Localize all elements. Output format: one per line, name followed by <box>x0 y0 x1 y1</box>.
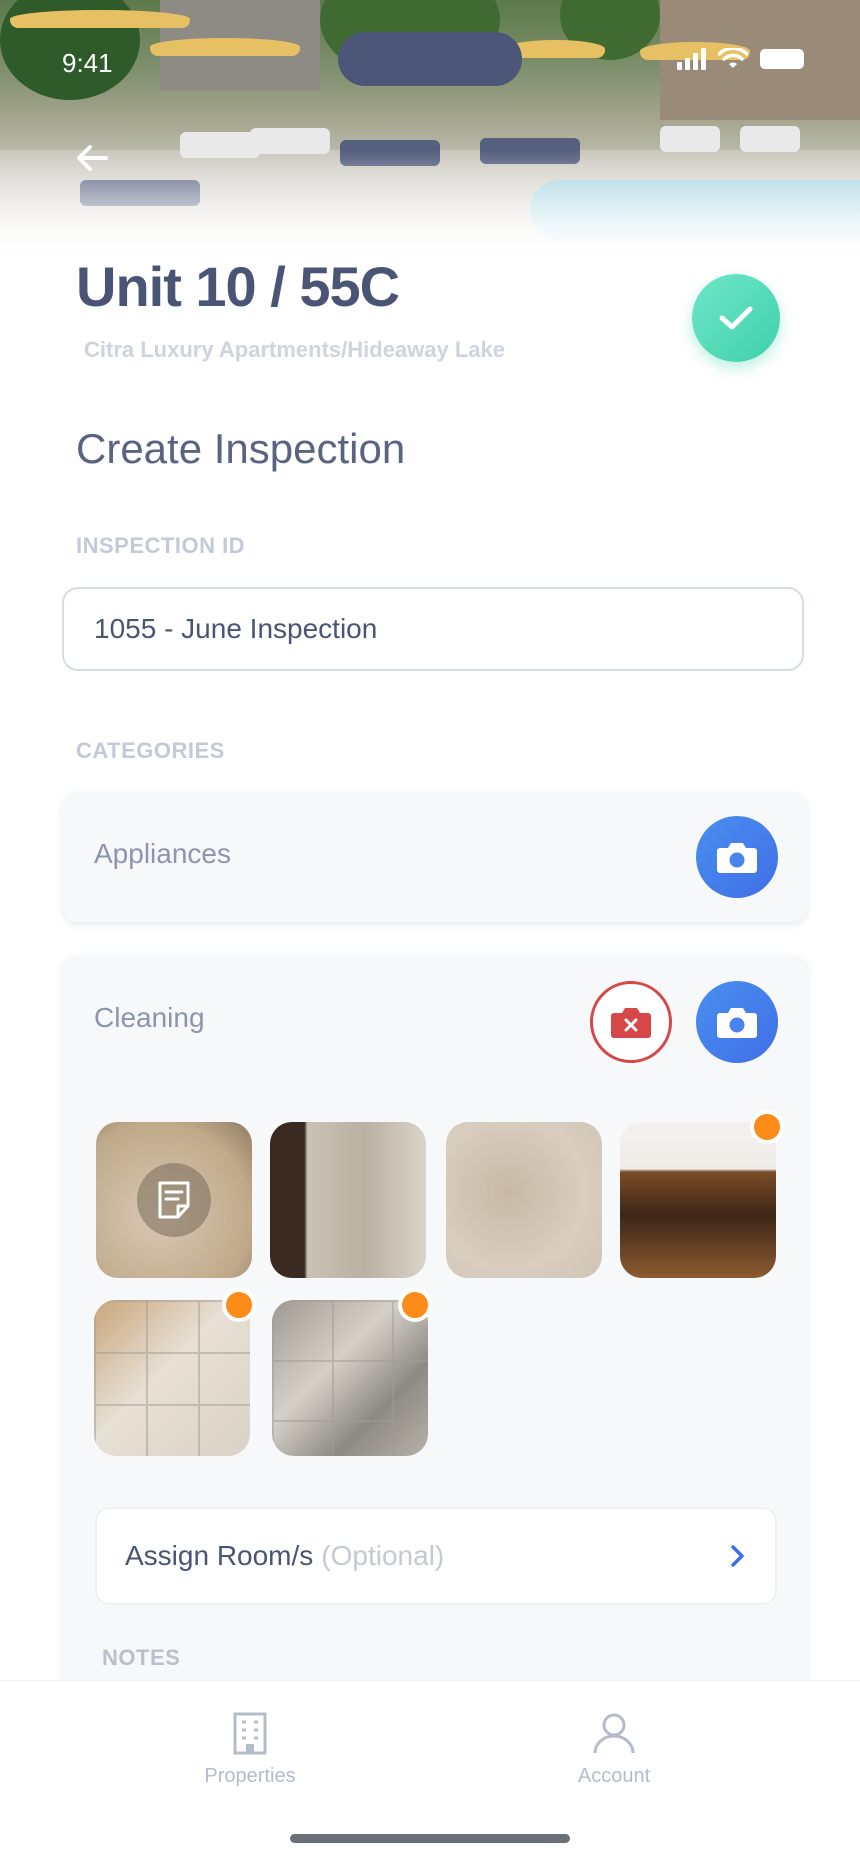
category-name: Appliances <box>94 838 231 869</box>
camera-icon <box>717 843 757 873</box>
delete-photos-button[interactable] <box>590 981 672 1063</box>
category-card-appliances[interactable]: Appliances <box>62 792 808 922</box>
user-icon <box>593 1713 635 1754</box>
checkmark-icon <box>719 306 753 330</box>
add-photo-button[interactable] <box>696 816 778 898</box>
inspection-photo[interactable] <box>272 1300 428 1456</box>
note-badge <box>137 1163 211 1237</box>
categories-label: CATEGORIES <box>76 738 225 763</box>
status-icons <box>677 48 804 70</box>
flag-indicator <box>222 1288 256 1322</box>
inspection-photo[interactable] <box>446 1122 602 1278</box>
dynamic-island <box>338 32 522 86</box>
page-title: Create Inspection <box>76 425 406 472</box>
flag-indicator <box>398 1288 432 1322</box>
camera-icon <box>717 1008 757 1038</box>
arrow-left-icon <box>77 145 108 171</box>
complete-inspection-button[interactable] <box>692 274 780 362</box>
assign-rooms-label: Assign Room/s <box>125 1540 314 1571</box>
hero-umbrella <box>10 10 190 28</box>
tab-label: Properties <box>204 1765 296 1787</box>
home-indicator <box>290 1834 570 1843</box>
tab-account[interactable]: Account <box>514 1711 714 1788</box>
inspection-photo[interactable] <box>96 1122 252 1278</box>
flag-indicator <box>750 1110 784 1144</box>
hero-fade <box>0 150 860 270</box>
tab-properties[interactable]: Properties <box>150 1711 350 1788</box>
inspection-id-label: INSPECTION ID <box>76 533 246 558</box>
building-icon <box>233 1712 267 1755</box>
hero-chair <box>740 126 800 152</box>
inspection-id-value: 1055 - June Inspection <box>94 613 378 644</box>
camera-delete-icon <box>611 1008 651 1038</box>
hero-umbrella <box>150 38 300 56</box>
inspection-id-input[interactable]: 1055 - June Inspection <box>62 587 804 671</box>
chevron-right-icon <box>731 1545 744 1567</box>
inspection-photo[interactable] <box>270 1122 426 1278</box>
battery-icon <box>760 49 804 69</box>
inspection-photo[interactable] <box>620 1122 776 1278</box>
unit-title: Unit 10 / 55C <box>76 255 400 318</box>
status-time: 9:41 <box>62 48 113 78</box>
note-icon <box>158 1181 190 1219</box>
assign-rooms-row[interactable]: Assign Room/s (Optional) <box>95 1507 777 1605</box>
category-name: Cleaning <box>94 1002 205 1033</box>
cellular-signal-icon <box>677 48 706 70</box>
tab-label: Account <box>577 1765 651 1787</box>
hero-chair <box>660 126 720 152</box>
inspection-photo[interactable] <box>94 1300 250 1456</box>
property-path: Citra Luxury Apartments/Hideaway Lake <box>84 337 505 362</box>
add-photo-button[interactable] <box>696 981 778 1063</box>
back-button[interactable] <box>72 138 112 178</box>
notes-label: NOTES <box>102 1645 181 1670</box>
wifi-icon <box>718 48 748 68</box>
optional-hint: (Optional) <box>321 1540 445 1571</box>
